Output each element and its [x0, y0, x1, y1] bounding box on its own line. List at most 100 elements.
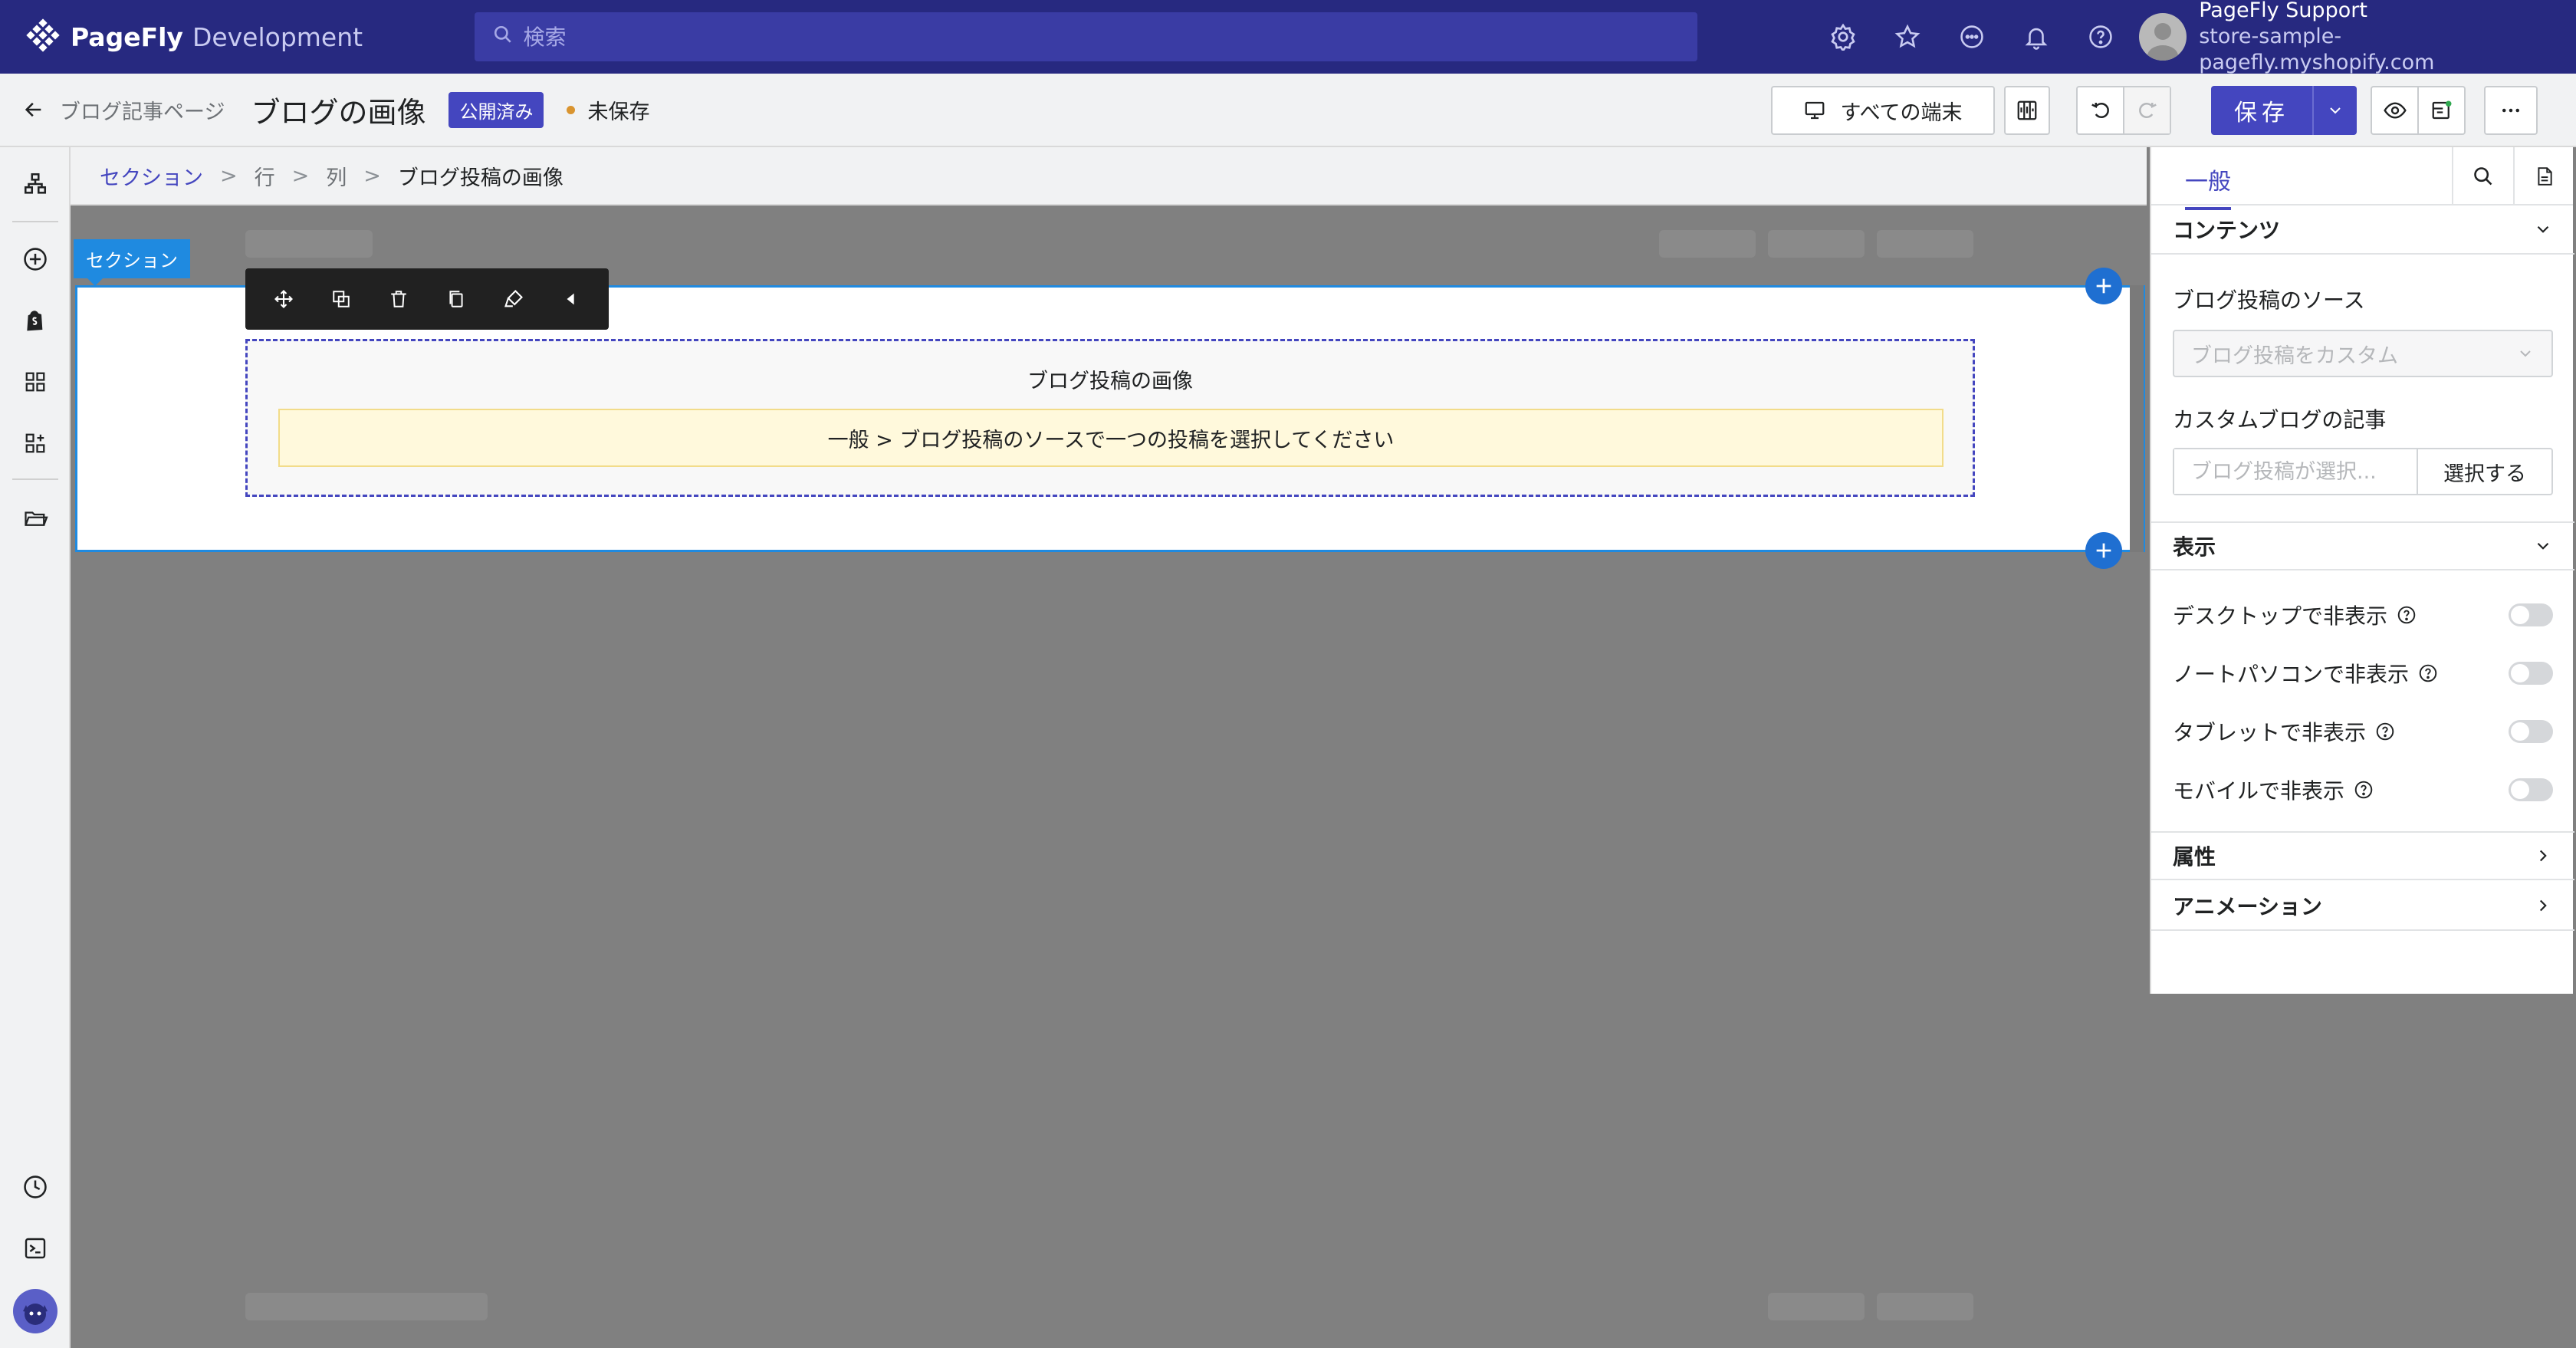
device-selector-button[interactable]: すべての端末	[1771, 86, 1995, 135]
chevron-right-icon: >	[220, 163, 238, 188]
help-icon[interactable]	[2354, 780, 2374, 800]
inspector-tabs: 一般	[2151, 147, 2574, 210]
layout-icon	[2432, 100, 2451, 120]
plus-icon	[2096, 543, 2111, 558]
user-store: store-sample-pagefly.myshopify.com	[2199, 25, 2435, 74]
mascot-avatar-icon[interactable]	[12, 1288, 58, 1334]
bell-icon[interactable]	[2021, 21, 2052, 52]
copy-icon[interactable]	[441, 284, 472, 314]
undo-button[interactable]	[2078, 87, 2123, 133]
section-label-tag[interactable]: セクション	[74, 239, 190, 286]
help-icon[interactable]	[2418, 663, 2438, 683]
global-search[interactable]	[474, 12, 1698, 61]
star-icon[interactable]	[1892, 21, 1923, 52]
terminal-icon[interactable]	[20, 1233, 51, 1264]
environment-label: Development	[192, 21, 363, 52]
eye-icon	[2383, 102, 2407, 119]
user-menu[interactable]: PageFly Support store-sample-pagefly.mys…	[2139, 0, 2576, 76]
hide-mobile-toggle[interactable]	[2509, 778, 2553, 801]
custom-blog-input[interactable]	[2174, 449, 2417, 494]
skeleton-placeholder	[245, 230, 373, 258]
sidebar-divider	[12, 478, 58, 480]
content-section-header[interactable]: コンテンツ	[2151, 205, 2574, 255]
blog-source-value: ブログ投稿をカスタム	[2191, 344, 2398, 368]
hide-laptop-label: ノートパソコンで非表示	[2173, 662, 2410, 687]
blog-post-image-element[interactable]: ブログ投稿の画像 一般 > ブログ投稿のソースで一つの投稿を選択してください	[245, 339, 1975, 497]
desktop-icon	[1806, 101, 1825, 120]
elements-grid-icon[interactable]	[20, 367, 51, 397]
more-button[interactable]	[2484, 86, 2538, 135]
back-link[interactable]: ブログ記事ページ	[23, 95, 225, 125]
hide-desktop-row: デスクトップで非表示	[2173, 600, 2553, 630]
chevron-right-icon: >	[291, 163, 310, 188]
settings-icon[interactable]	[1828, 21, 1858, 52]
hide-mobile-label: モバイルで非表示	[2173, 778, 2345, 804]
breadcrumb-current: ブログ投稿の画像	[397, 166, 564, 190]
folder-icon[interactable]	[20, 503, 51, 534]
history-icon[interactable]	[20, 1172, 51, 1202]
add-element-icon[interactable]	[20, 244, 51, 275]
breadcrumb-column[interactable]: 列	[326, 161, 347, 191]
animation-section-header[interactable]: アニメーション	[2151, 882, 2574, 931]
search-input[interactable]	[523, 24, 1597, 50]
animation-heading: アニメーション	[2173, 894, 2322, 919]
duplicate-icon[interactable]	[326, 284, 356, 314]
attributes-section-header[interactable]: 属性	[2151, 831, 2574, 880]
layers-icon[interactable]	[20, 169, 51, 199]
redo-button[interactable]	[2123, 87, 2170, 133]
tab-general[interactable]: 一般	[2185, 163, 2231, 210]
preview-button[interactable]	[2372, 87, 2417, 133]
help-icon[interactable]	[2397, 605, 2417, 625]
chevron-right-icon	[2539, 899, 2547, 912]
chat-icon[interactable]	[1957, 21, 1987, 52]
save-options-toggle[interactable]	[2312, 86, 2357, 135]
user-info: PageFly Support store-sample-pagefly.mys…	[2199, 0, 2576, 76]
style-brush-icon[interactable]	[498, 284, 529, 314]
shopify-icon[interactable]	[20, 305, 51, 336]
page-title[interactable]: ブログの画像	[251, 89, 426, 131]
element-warning-message: 一般 > ブログ投稿のソースで一つの投稿を選択してください	[278, 409, 1944, 467]
save-button-label[interactable]: 保存	[2211, 86, 2312, 135]
layout-button[interactable]	[2417, 87, 2464, 133]
display-section-header[interactable]: 表示	[2151, 521, 2574, 570]
brand-logo[interactable]: PageFly Development	[23, 17, 452, 57]
move-icon[interactable]	[268, 284, 299, 314]
display-heading: 表示	[2173, 534, 2216, 560]
hide-desktop-label: デスクトップで非表示	[2173, 603, 2388, 629]
help-icon[interactable]	[2375, 722, 2395, 741]
history-controls	[2076, 86, 2171, 135]
columns-button[interactable]	[2004, 86, 2050, 135]
save-button[interactable]: 保存	[2211, 86, 2357, 135]
blog-source-label: ブログ投稿のソース	[2173, 288, 2365, 313]
unsaved-label: 未保存	[587, 100, 650, 124]
search-icon	[2474, 167, 2492, 186]
search-icon	[493, 25, 513, 50]
unsaved-indicator: 未保存	[567, 95, 649, 125]
element-toolbar	[245, 268, 609, 330]
user-name: PageFly Support	[2199, 0, 2367, 22]
breadcrumb-section[interactable]: セクション	[100, 161, 203, 191]
apps-icon[interactable]	[20, 428, 51, 459]
plus-icon	[2096, 278, 2111, 294]
inspector-search-button[interactable]	[2452, 147, 2513, 205]
select-blog-button[interactable]: 選択する	[2417, 449, 2551, 494]
collapse-toolbar-icon[interactable]	[556, 284, 586, 314]
editor-header: ブログ記事ページ ブログの画像 公開済み 未保存 すべての端末 保存	[0, 74, 2576, 147]
add-section-above-button[interactable]	[2085, 268, 2122, 304]
blog-source-select[interactable]: ブログ投稿をカスタム	[2173, 330, 2553, 377]
hide-laptop-row: ノートパソコンで非表示	[2173, 658, 2553, 689]
hide-mobile-row: モバイルで非表示	[2173, 774, 2553, 805]
add-section-below-button[interactable]	[2085, 532, 2122, 569]
help-icon[interactable]	[2085, 21, 2116, 52]
section-scrollbar[interactable]	[2130, 285, 2144, 552]
inspector-document-button[interactable]	[2513, 147, 2574, 205]
preview-controls	[2371, 86, 2466, 135]
chevron-right-icon: >	[363, 163, 381, 188]
chevron-down-icon	[2537, 225, 2549, 233]
breadcrumb-row[interactable]: 行	[255, 161, 275, 191]
delete-icon[interactable]	[383, 284, 414, 314]
hide-tablet-toggle[interactable]	[2509, 720, 2553, 743]
hide-laptop-toggle[interactable]	[2509, 662, 2553, 685]
hide-desktop-toggle[interactable]	[2509, 603, 2553, 626]
content-heading: コンテンツ	[2173, 218, 2281, 243]
